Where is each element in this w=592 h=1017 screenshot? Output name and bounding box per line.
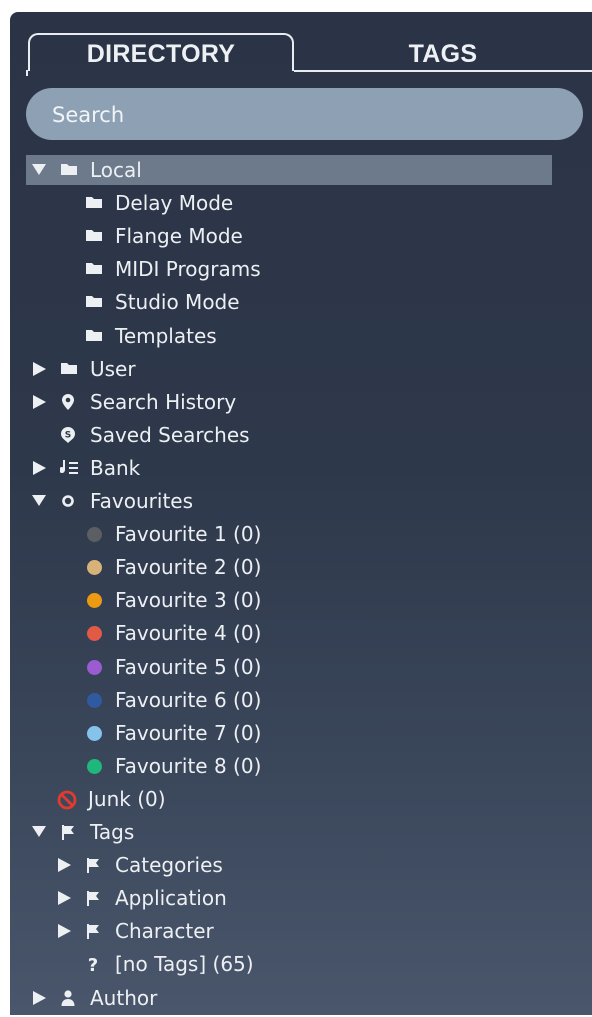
flag-icon [85,849,105,881]
tree-item-label: User [90,356,136,381]
tree-item[interactable]: Search History [10,386,592,418]
tree-item-label: Templates [115,323,217,348]
flag-icon [60,816,80,848]
browser-panel: DIRECTORY TAGS Local Delay Mode Flange Mod… [10,12,592,1015]
tree-item-label: Favourite 7 (0) [115,720,262,745]
color-dot-icon [87,617,107,649]
folder-icon [60,353,80,385]
expanded-triangle-icon[interactable] [31,485,47,517]
favourites-ring-icon [60,485,80,517]
search-field[interactable] [26,88,583,142]
tree-item-label: Delay Mode [115,191,234,216]
collapsed-triangle-icon[interactable] [31,982,47,1014]
tree-item[interactable]: User [10,353,592,385]
expanded-triangle-icon[interactable] [31,154,47,186]
color-dot-icon [87,551,107,583]
tree-item-label: Junk (0) [88,786,166,811]
collapsed-triangle-icon[interactable] [56,849,72,881]
tree-item[interactable]: Favourites [10,485,592,517]
expanded-triangle-icon[interactable] [31,816,47,848]
tree-item[interactable]: Delay Mode [10,187,592,219]
folder-icon [60,154,80,186]
tree-item[interactable]: Application [10,882,592,914]
folder-icon [85,286,105,318]
tree-item[interactable]: Bank [10,452,592,484]
flag-icon [85,882,105,914]
tree-item-label: Bank [90,455,141,480]
tree-item[interactable]: Character [10,915,592,947]
tree-item-label: MIDI Programs [115,257,261,282]
folder-icon [85,253,105,285]
color-dot-icon [87,717,107,749]
tree-item[interactable]: Favourite 2 (0) [10,551,592,583]
tree-item-label: Favourite 3 (0) [115,588,262,613]
collapsed-triangle-icon[interactable] [31,353,47,385]
saved-search-icon: S [60,419,80,451]
question-mark-icon: ? [85,948,105,980]
tree-item-label: Author [90,985,158,1010]
tree-item-label: Tags [90,820,135,844]
tree-item[interactable]: Favourite 5 (0) [10,651,592,683]
tree-item-label: Favourite 5 (0) [115,654,262,679]
tree-item-label: [no Tags] (65) [115,952,254,977]
folder-icon [85,220,105,252]
tree-item-label: Application [115,886,227,911]
tree-item[interactable]: Junk (0) [10,783,592,815]
folder-icon [85,187,105,219]
tree-item[interactable]: ? [no Tags] (65) [10,948,592,980]
tree-item[interactable]: S Saved Searches [10,419,592,451]
collapsed-triangle-icon[interactable] [56,882,72,914]
collapsed-triangle-icon[interactable] [31,452,47,484]
tree-item[interactable]: Categories [10,849,592,881]
color-dot-icon [87,584,107,616]
tree-item-label: Favourite 2 (0) [115,555,262,580]
tab-directory-label[interactable]: DIRECTORY [28,40,294,69]
location-pin-icon [60,386,80,418]
tree-item[interactable]: Favourite 6 (0) [10,684,592,716]
person-icon [60,982,80,1014]
color-dot-icon [87,518,107,550]
collapsed-triangle-icon[interactable] [56,915,72,947]
tree-item[interactable]: Favourite 8 (0) [10,750,592,782]
tree-item-label: Favourite 6 (0) [115,687,262,712]
tree-item-label: Character [115,919,214,944]
tree-item[interactable]: Favourite 1 (0) [10,518,592,550]
tab-underline-right [294,70,592,72]
tab-bar: DIRECTORY TAGS [10,12,592,82]
tree-item-label: Categories [115,853,223,878]
tree-item-label: Saved Searches [90,422,250,447]
search-input[interactable] [50,88,554,142]
color-dot-icon [87,651,107,683]
tree-item-label: Favourites [90,489,194,513]
collapsed-triangle-icon[interactable] [31,386,47,418]
tree-item[interactable]: Templates [10,320,592,352]
tree-item-label: Favourite 4 (0) [115,621,262,646]
tab-underline-left [26,70,28,76]
tree-item[interactable]: MIDI Programs [10,253,592,285]
tree-item[interactable]: Favourite 7 (0) [10,717,592,749]
tree-item[interactable]: Flange Mode [10,220,592,252]
svg-text:?: ? [88,955,98,975]
color-dot-icon [87,750,107,782]
flag-icon [85,915,105,947]
tree-item[interactable]: Studio Mode [10,286,592,318]
svg-text:S: S [65,430,71,440]
tree-item-label: Favourite 8 (0) [115,753,262,778]
folder-icon [85,320,105,352]
tree-item-label: Local [90,158,142,182]
color-dot-icon [87,684,107,716]
tree-item-label: Flange Mode [115,224,243,249]
tree-item[interactable]: Local [10,154,592,186]
tree-item-label: Studio Mode [115,290,240,315]
junk-prohibited-icon [56,783,77,815]
tree-item[interactable]: Tags [10,816,592,848]
tree-item-label: Search History [90,389,237,414]
tree-item[interactable]: Favourite 3 (0) [10,584,592,616]
bank-icon [60,452,80,484]
tree-item[interactable]: Favourite 4 (0) [10,617,592,649]
tab-tags[interactable]: TAGS [294,40,592,69]
tree-item[interactable]: Author [10,982,592,1014]
tree-item-label: Favourite 1 (0) [115,522,262,547]
